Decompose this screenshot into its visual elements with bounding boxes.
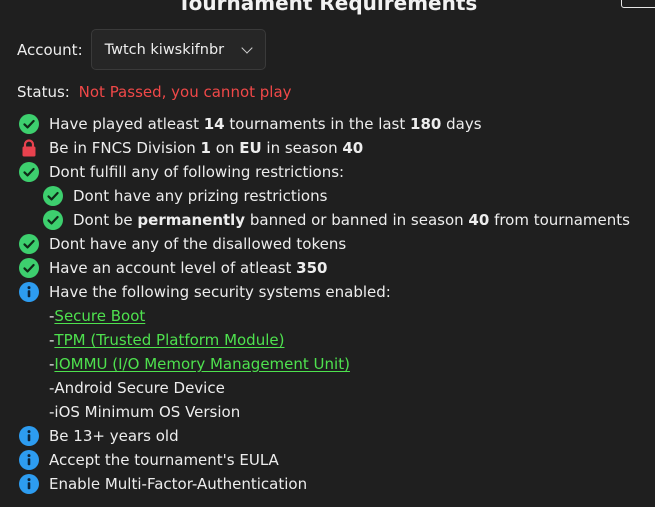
iommu-link[interactable]: IOMMU (I/O Memory Management Unit) xyxy=(54,355,350,373)
requirement-text: Have played atleast 14 tournaments in th… xyxy=(49,115,482,133)
check-icon xyxy=(19,234,39,254)
check-icon xyxy=(43,210,63,230)
requirement-restrictions: Dont fulfill any of following restrictio… xyxy=(19,160,630,184)
requirement-account-level: Have an account level of atleast 350 xyxy=(19,256,630,280)
secure-boot-link[interactable]: Secure Boot xyxy=(54,307,145,325)
security-item-secure-boot: - Secure Boot xyxy=(49,307,146,325)
security-item-text: iOS Minimum OS Version xyxy=(54,403,241,421)
requirements-list: Have played atleast 14 tournaments in th… xyxy=(19,112,630,496)
requirement-security-systems: Have the following security systems enab… xyxy=(19,280,630,304)
account-label: Account: xyxy=(17,40,83,59)
requirement-disallowed-tokens: Dont have any of the disallowed tokens xyxy=(19,232,630,256)
account-select-value: Twtch kiwskifnbr xyxy=(104,41,225,58)
requirement-age: Be 13+ years old xyxy=(19,424,630,448)
info-icon xyxy=(19,282,39,302)
account-select[interactable]: Twtch kiwskifnbr xyxy=(90,29,266,70)
requirement-text: Dont have any of the disallowed tokens xyxy=(49,235,347,253)
requirement-text: Be in FNCS Division 1 on EU in season 40 xyxy=(49,139,364,157)
requirement-no-prizing-restrictions: Dont have any prizing restrictions xyxy=(19,184,630,208)
requirement-text: Have an account level of atleast 350 xyxy=(49,259,328,277)
check-icon xyxy=(19,258,39,278)
status-row: Status: Not Passed, you cannot play xyxy=(17,80,292,104)
requirement-text: Be 13+ years old xyxy=(49,427,179,445)
requirement-text: Have the following security systems enab… xyxy=(49,283,391,301)
info-icon xyxy=(19,450,39,470)
page-title: Tournament Requirements xyxy=(177,0,478,15)
requirement-tournaments-played: Have played atleast 14 tournaments in th… xyxy=(19,112,630,136)
security-item-tpm: - TPM (Trusted Platform Module) xyxy=(49,331,285,349)
account-row: Account: Twtch kiwskifnbr xyxy=(17,28,266,71)
chevron-down-icon xyxy=(240,41,253,54)
requirement-eula: Accept the tournament's EULA xyxy=(19,448,630,472)
security-item-iommu: - IOMMU (I/O Memory Management Unit) xyxy=(49,355,350,373)
tpm-link[interactable]: TPM (Trusted Platform Module) xyxy=(54,331,284,349)
check-icon xyxy=(19,114,39,134)
security-item-ios-min-os: - iOS Minimum OS Version xyxy=(49,403,241,421)
requirement-text: Accept the tournament's EULA xyxy=(49,451,279,469)
security-item-text: Android Secure Device xyxy=(54,379,225,397)
requirement-text: Dont have any prizing restrictions xyxy=(73,187,328,205)
requirement-not-banned: Dont be permanently banned or banned in … xyxy=(19,208,630,232)
info-icon xyxy=(19,474,39,494)
check-icon xyxy=(19,162,39,182)
security-item-android-secure-device: - Android Secure Device xyxy=(49,379,225,397)
status-value: Not Passed, you cannot play xyxy=(78,83,292,101)
check-icon xyxy=(43,186,63,206)
lock-icon xyxy=(19,138,39,158)
requirement-text: Enable Multi-Factor-Authentication xyxy=(49,475,308,493)
info-icon xyxy=(19,426,39,446)
requirement-text: Dont fulfill any of following restrictio… xyxy=(49,163,345,181)
requirement-text: Dont be permanently banned or banned in … xyxy=(73,211,630,229)
status-label: Status: xyxy=(17,83,70,101)
requirement-fncs-division: Be in FNCS Division 1 on EU in season 40 xyxy=(19,136,630,160)
requirement-mfa: Enable Multi-Factor-Authentication xyxy=(19,472,630,496)
